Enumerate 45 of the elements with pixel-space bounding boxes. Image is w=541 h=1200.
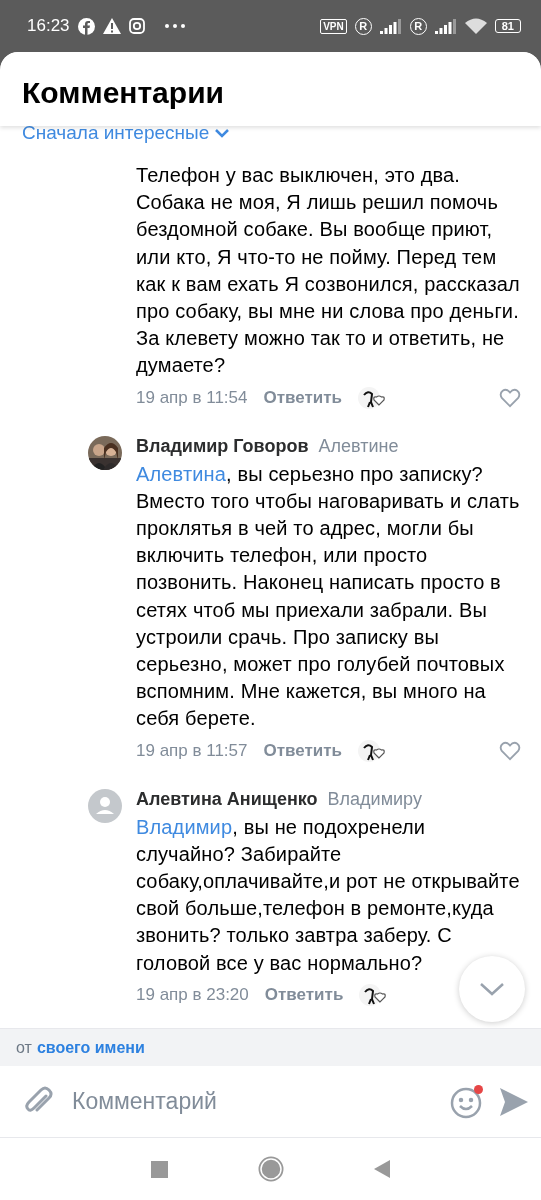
reply-button[interactable]: Ответить: [263, 387, 343, 408]
instagram-icon: [128, 18, 145, 34]
wifi-icon: [464, 18, 487, 34]
reaction-icon[interactable]: [358, 738, 387, 763]
signal-icon: [379, 18, 402, 34]
like-icon: [499, 387, 521, 408]
comment-text: Телефон у вас выключен, это два. Собака не моя, Я лишь решил помочь бездомной собаке. Вы вообще приют, или кто, Я что-то не пойму. Перед тем как к вам ехать Я созвонился, рассказал про собаку, вы мне ни слова про деньги. За клевету можно так то и ответить, не думаете?: [136, 163, 521, 379]
send-icon: [499, 1086, 529, 1117]
reply-target: Алевтине: [318, 435, 399, 457]
chevron-down-icon: [480, 982, 504, 996]
send-button[interactable]: [499, 1086, 529, 1117]
reaction-icon[interactable]: [358, 385, 387, 410]
vpn-indicator: VPN: [320, 18, 347, 34]
comment-date: 19 апр в 11:54: [136, 387, 248, 408]
comment-text: Владимир, вы не подохренели случайно? Забирайте собаку,оплачивайте,и рот не открывайте свой больше,телефон в ремонте,куда звонить? только завтра заберу. С головой все у вас нормально?: [136, 814, 521, 976]
sort-dropdown[interactable]: Сначала интересные: [0, 126, 230, 144]
chevron-down-icon: [215, 128, 230, 138]
home-icon[interactable]: [258, 1156, 284, 1182]
mention-link[interactable]: Владимир: [136, 815, 233, 838]
recents-icon[interactable]: [151, 1160, 168, 1178]
comment-date: 19 апр в 11:57: [136, 740, 248, 761]
comment-author: Владимир Говоров: [136, 435, 309, 457]
status-time: 16:23: [27, 16, 70, 36]
reply-button[interactable]: Ответить: [264, 984, 344, 1005]
reply-button[interactable]: Ответить: [263, 740, 343, 761]
avatar-icon: [88, 788, 122, 823]
comment-text: Алевтина, вы серьезно про записку? Вместо того чтобы наговаривать и слать проклятья в чей то адрес, могли бы включить телефон, или просто позвонить. Наконец написать просто в сетях чтоб мы приехали забрали. Вы устроили срачь. Про записку вы серьезно, может про голубей почтовых вспомним. Мне кажется, вы много на себя берете.: [136, 461, 521, 732]
sender-prefix: от: [16, 1038, 32, 1057]
mention-link[interactable]: Алевтина: [136, 462, 227, 485]
more-icon: [164, 24, 185, 28]
emoji-button[interactable]: [449, 1084, 483, 1119]
comment-author: Алевтина Анищенко: [136, 788, 318, 810]
like-button[interactable]: [499, 740, 521, 761]
battery-indicator: 81: [494, 19, 521, 33]
facebook-icon: [77, 17, 95, 35]
reply-target: Владимиру: [327, 788, 422, 810]
signal-icon: [434, 18, 457, 34]
warning-icon: [102, 18, 121, 34]
page-title: Комментарии: [22, 76, 225, 110]
back-icon[interactable]: [374, 1160, 390, 1178]
like-button[interactable]: [499, 387, 521, 408]
like-icon: [499, 740, 521, 761]
comment-date: 19 апр в 23:20: [136, 984, 249, 1005]
reaction-icon[interactable]: [359, 982, 388, 1007]
sender-link[interactable]: своего имени: [36, 1038, 145, 1057]
